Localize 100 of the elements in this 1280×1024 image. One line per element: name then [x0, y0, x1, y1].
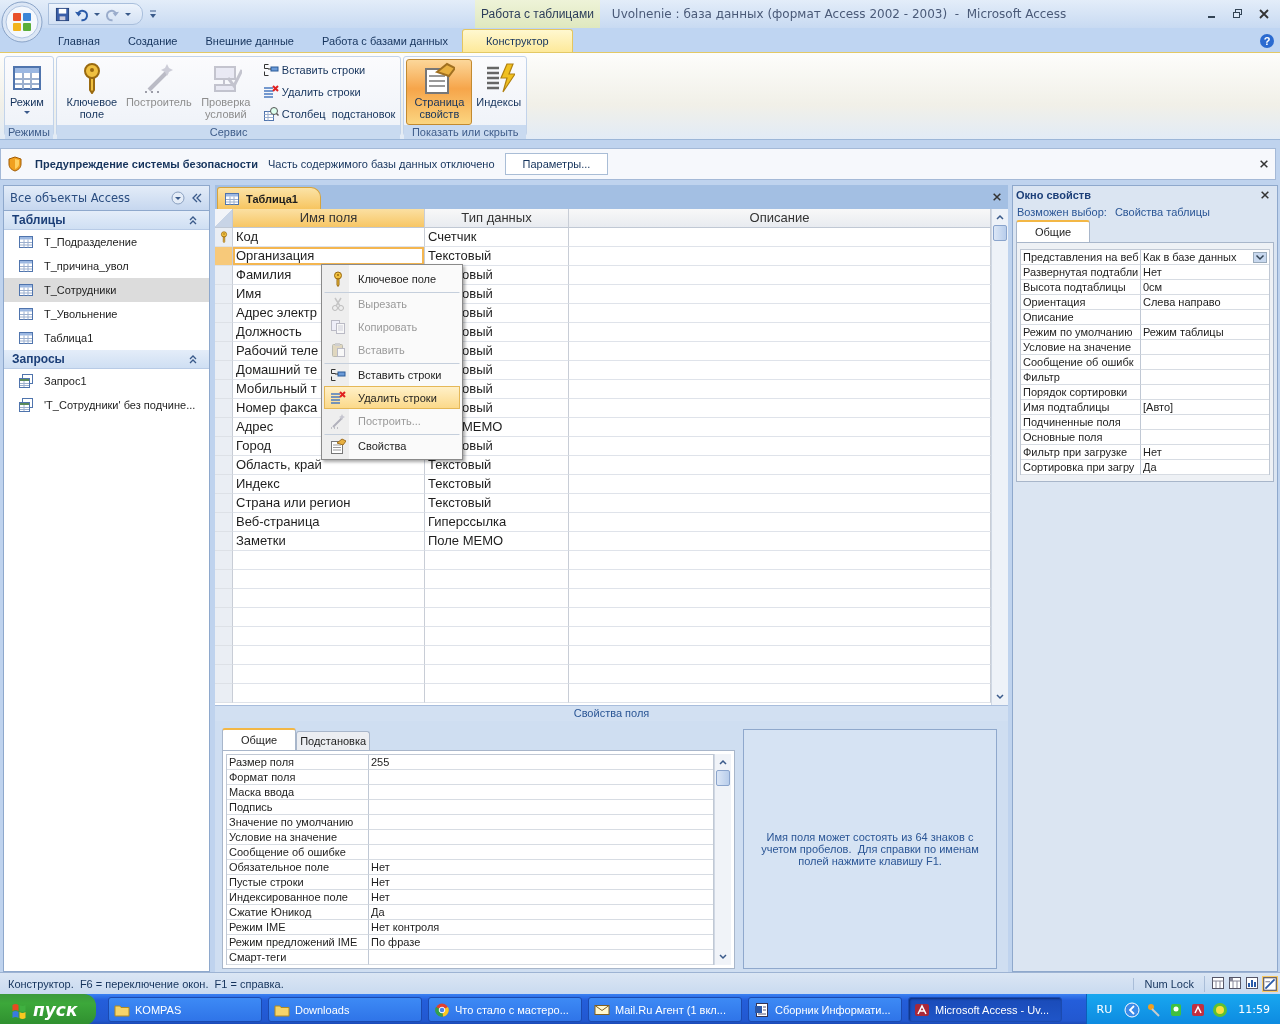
nav-group-header[interactable]: Таблицы: [4, 211, 209, 230]
property-name: Размер поля: [227, 755, 369, 770]
ribbon-tab[interactable]: Создание: [113, 30, 192, 52]
property-name: Представления на веб: [1021, 250, 1141, 265]
column-header[interactable]: Имя поля: [233, 209, 425, 228]
table-cell[interactable]: Страна или регион: [233, 494, 425, 513]
dropdown-field[interactable]: Как в базе данных: [1141, 250, 1269, 265]
ribbon-button[interactable]: Вставить строки: [259, 59, 399, 81]
property-name: Описание: [1021, 310, 1141, 325]
property-name: Сжатие Юникод: [227, 905, 369, 920]
table-cell[interactable]: Веб-страница: [233, 513, 425, 532]
nav-item[interactable]: Запрос1: [4, 369, 209, 393]
property-name: Развернутая подтабли: [1021, 265, 1141, 280]
nav-item[interactable]: T_причина_увол: [4, 254, 209, 278]
property-value[interactable]: [Авто]: [1141, 400, 1269, 415]
property-name: Фильтр при загрузке: [1021, 445, 1141, 460]
property-name: Маска ввода: [227, 785, 369, 800]
nav-item[interactable]: T_Увольнение: [4, 302, 209, 326]
help-text: Имя поля может состоять из 64 знаков с учетом пробелов. Для справки по именам полей нажмите клавишу F1.: [760, 831, 980, 867]
property-value[interactable]: Нет: [369, 860, 713, 875]
ribbon-button[interactable]: Столбец подстановок: [259, 103, 399, 125]
property-name: Значение по умолчанию: [227, 815, 369, 830]
help-button[interactable]: ?: [1260, 34, 1274, 48]
property-value: Как в базе данных: [1143, 250, 1237, 264]
column-header[interactable]: Тип данных: [425, 209, 569, 228]
nav-item[interactable]: 'T_Сотрудники' без подчине...: [4, 393, 209, 417]
nav-item[interactable]: Таблица1: [4, 326, 209, 350]
property-value[interactable]: Да: [369, 905, 713, 920]
selection-type: Свойства таблицы: [1114, 206, 1210, 220]
menu-item[interactable]: Свойства: [324, 434, 460, 457]
group-label: Показать или скрыть: [404, 125, 527, 139]
taskbar-button[interactable]: Сборник Информати...: [748, 997, 902, 1022]
property-name: Режим предложений IME: [227, 935, 369, 950]
ribbon-button[interactable]: Индексы: [473, 59, 525, 125]
ribbon-tab[interactable]: Внешние данные: [191, 30, 308, 52]
property-tab[interactable]: Общие: [1016, 220, 1091, 242]
property-tab[interactable]: Подстановка: [296, 731, 371, 750]
menu-item[interactable]: Удалить строки: [324, 386, 460, 409]
taskbar-button[interactable]: Downloads: [268, 997, 422, 1022]
property-name: Обязательное поле: [227, 860, 369, 875]
property-value[interactable]: Нет: [369, 890, 713, 905]
table-cell[interactable]: Гиперссылка: [425, 513, 569, 532]
property-name: Основные поля: [1021, 430, 1141, 445]
ribbon-tab[interactable]: Главная: [44, 30, 114, 52]
contextual-tab-label: Работа с таблицами: [475, 0, 600, 28]
group-label: Режимы: [5, 125, 53, 139]
nav-group-header[interactable]: Запросы: [4, 350, 209, 369]
taskbar-button[interactable]: KOMPAS: [108, 997, 262, 1022]
property-tab[interactable]: Общие: [222, 728, 297, 750]
property-name: Режим по умолчанию: [1021, 325, 1141, 340]
property-value[interactable]: Режим таблицы: [1141, 325, 1269, 340]
nav-item[interactable]: T_Подразделение: [4, 230, 209, 254]
ribbon-tab[interactable]: Работа с базами данных: [307, 30, 462, 52]
property-name: Режим IME: [227, 920, 369, 935]
property-value[interactable]: 255: [369, 755, 713, 770]
ribbon-tab[interactable]: Конструктор: [461, 29, 573, 52]
options-button[interactable]: Параметры...: [504, 153, 609, 175]
taskbar-button[interactable]: Microsoft Access - Uv...: [908, 997, 1062, 1022]
property-name: Подчиненные поля: [1021, 415, 1141, 430]
property-name: Подпись: [227, 800, 369, 815]
clock: 11:59: [1238, 1003, 1270, 1016]
table-cell[interactable]: Индекс: [233, 475, 425, 494]
taskbar-button[interactable]: Mail.Ru Агент (1 вкл...: [588, 997, 742, 1022]
table-cell[interactable]: Текстовый: [425, 475, 569, 494]
selection-label: Возможен выбор:: [1017, 206, 1107, 220]
property-value[interactable]: Нет контроля: [369, 920, 713, 935]
num-lock-indicator: Num Lock: [1133, 977, 1204, 990]
document-tab[interactable]: Таблица1: [217, 187, 321, 209]
taskbar-button[interactable]: Что стало с мастеро...: [428, 997, 582, 1022]
property-value[interactable]: Нет: [1141, 265, 1269, 280]
table-cell[interactable]: Организация: [233, 247, 425, 266]
property-value[interactable]: По фразе: [369, 935, 713, 950]
table-cell[interactable]: Поле MEMO: [425, 532, 569, 551]
nav-item[interactable]: T_Сотрудники: [4, 278, 209, 302]
property-name: Сообщение об ошибк: [1021, 355, 1141, 370]
property-name: Условие на значение: [227, 830, 369, 845]
property-value[interactable]: Нет: [369, 875, 713, 890]
property-name: Сортировка при загру: [1021, 460, 1141, 475]
ribbon-button[interactable]: Ключевое поле: [58, 59, 125, 125]
group-label: Сервис: [56, 125, 401, 139]
table-cell[interactable]: Код: [233, 228, 425, 247]
pane-title: Окно свойств: [1016, 189, 1091, 201]
property-name: Смарт-теги: [227, 950, 369, 965]
ribbon-button[interactable]: Удалить строки: [259, 81, 399, 103]
ribbon-button[interactable]: Режим: [7, 59, 47, 125]
table-cell[interactable]: Счетчик: [425, 228, 569, 247]
property-name: Формат поля: [227, 770, 369, 785]
table-cell[interactable]: Текстовый: [425, 494, 569, 513]
property-value[interactable]: Нет: [1141, 445, 1269, 460]
property-name: Фильтр: [1021, 370, 1141, 385]
property-value[interactable]: 0см: [1141, 280, 1269, 295]
ribbon-button[interactable]: Страница свойств: [406, 59, 473, 125]
property-value[interactable]: Слева направо: [1141, 295, 1269, 310]
property-value[interactable]: Да: [1141, 460, 1269, 475]
message-title: Предупреждение системы безопасности: [35, 158, 258, 170]
property-name: Индексированное поле: [227, 890, 369, 905]
property-name: Пустые строки: [227, 875, 369, 890]
message-text: Часть содержимого базы данных отключено: [267, 158, 495, 170]
column-header[interactable]: Описание: [569, 209, 991, 228]
table-cell[interactable]: Заметки: [233, 532, 425, 551]
